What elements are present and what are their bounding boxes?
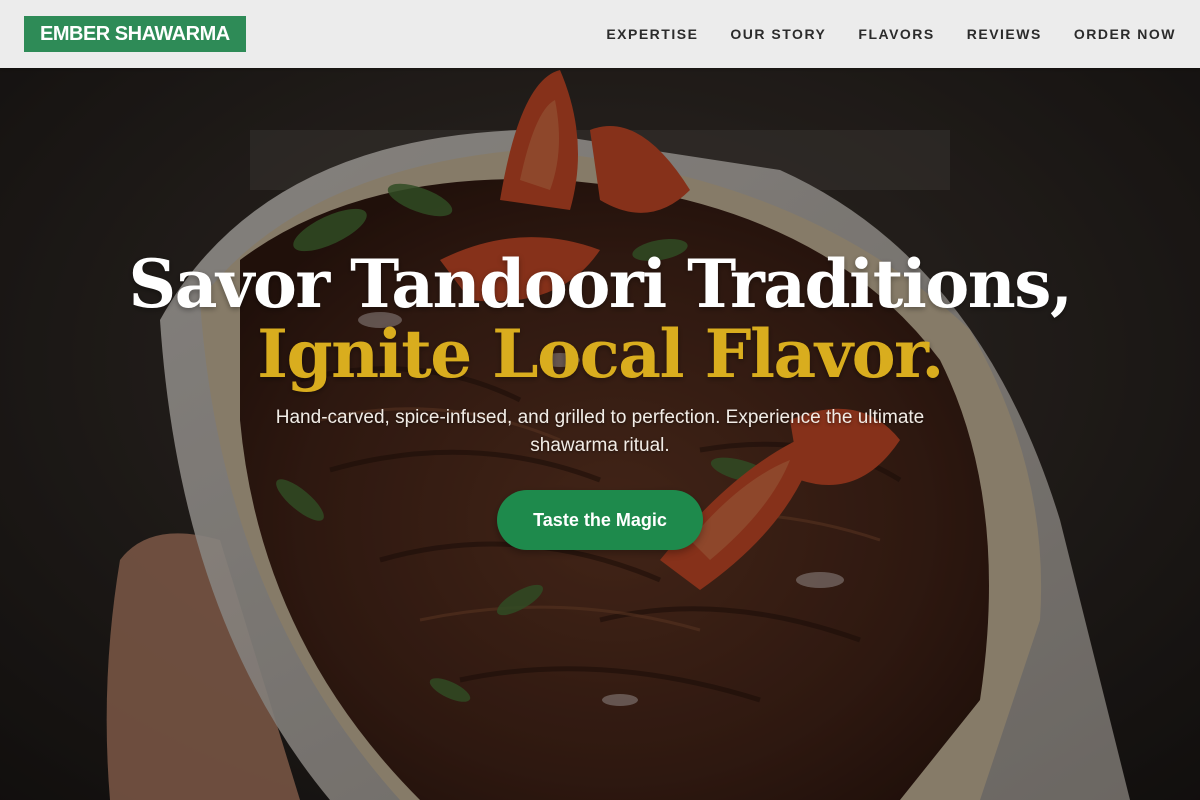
hero-section: Savor Tandoori Traditions, Ignite Local … <box>0 244 1200 550</box>
top-navigation-bar: EMBER SHAWARMA EXPERTISE OUR STORY FLAVO… <box>0 0 1200 68</box>
nav-link-our-story[interactable]: OUR STORY <box>730 26 826 42</box>
nav-link-reviews[interactable]: REVIEWS <box>967 26 1042 42</box>
hero-headline-line-2: Ignite Local Flavor. <box>257 315 944 393</box>
nav-link-flavors[interactable]: FLAVORS <box>858 26 934 42</box>
hero-headline-line-1: Savor Tandoori Traditions, <box>128 245 1073 323</box>
nav-link-order-now[interactable]: ORDER NOW <box>1074 26 1176 42</box>
page: EMBER SHAWARMA EXPERTISE OUR STORY FLAVO… <box>0 0 1200 800</box>
nav-links: EXPERTISE OUR STORY FLAVORS REVIEWS ORDE… <box>606 0 1176 68</box>
brand-logo[interactable]: EMBER SHAWARMA <box>24 16 246 52</box>
hero-subtitle: Hand-carved, spice-infused, and grilled … <box>275 407 925 456</box>
nav-link-expertise[interactable]: EXPERTISE <box>606 26 698 42</box>
taste-the-magic-button[interactable]: Taste the Magic <box>497 490 703 550</box>
